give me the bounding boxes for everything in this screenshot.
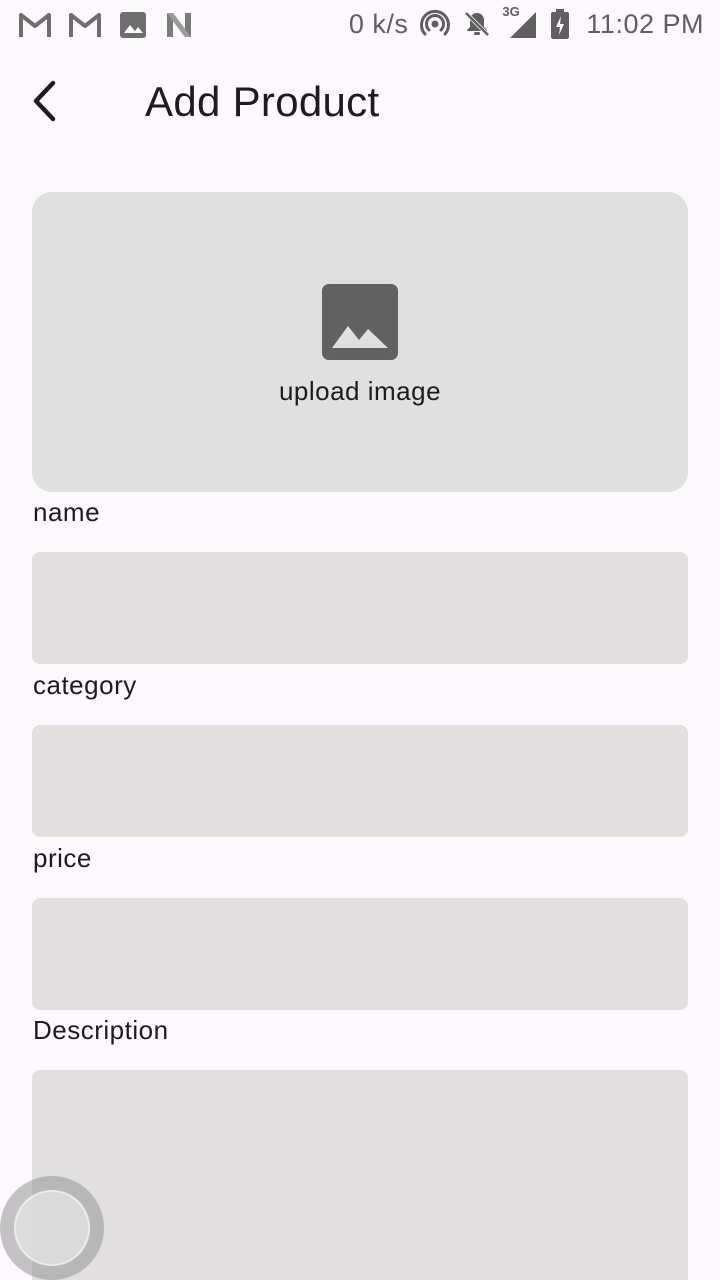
mute-bell-icon [462, 9, 492, 39]
gmail-icon [18, 11, 52, 39]
hotspot-icon [420, 9, 451, 39]
back-button[interactable] [20, 78, 70, 128]
net-speed: 0 k/s [348, 8, 409, 39]
upload-image-button[interactable]: upload image [32, 192, 688, 492]
status-bar: 0 k/s 3G 11:02 PM [0, 0, 720, 50]
description-label: Description [33, 1015, 169, 1045]
n-logo-icon [164, 10, 194, 40]
system-status: 0 k/s 3G 11:02 PM [348, 4, 704, 40]
image-icon [118, 10, 148, 40]
description-field[interactable] [32, 1070, 688, 1280]
battery-charging-icon [550, 8, 570, 40]
image-icon [322, 284, 398, 360]
add-product-screen: 0 k/s 3G 11:02 PM Add Product upload ima… [0, 0, 720, 1280]
network-type-label: 3G [502, 4, 520, 19]
clock: 11:02 PM [586, 8, 704, 39]
category-field[interactable] [32, 725, 688, 837]
name-field[interactable] [32, 552, 688, 664]
app-bar: Add Product [0, 60, 720, 146]
signal-3g-icon: 3G [502, 4, 538, 40]
upload-image-label: upload image [278, 376, 442, 406]
category-label: category [33, 670, 137, 700]
touch-indicator [0, 1176, 104, 1280]
touch-indicator-core [14, 1190, 90, 1266]
chevron-left-icon [29, 80, 61, 127]
name-label: name [33, 497, 101, 527]
gmail-icon [68, 11, 102, 39]
price-label: price [33, 843, 92, 873]
price-field[interactable] [32, 898, 688, 1010]
page-title: Add Product [145, 78, 380, 125]
notification-icons [18, 10, 194, 40]
